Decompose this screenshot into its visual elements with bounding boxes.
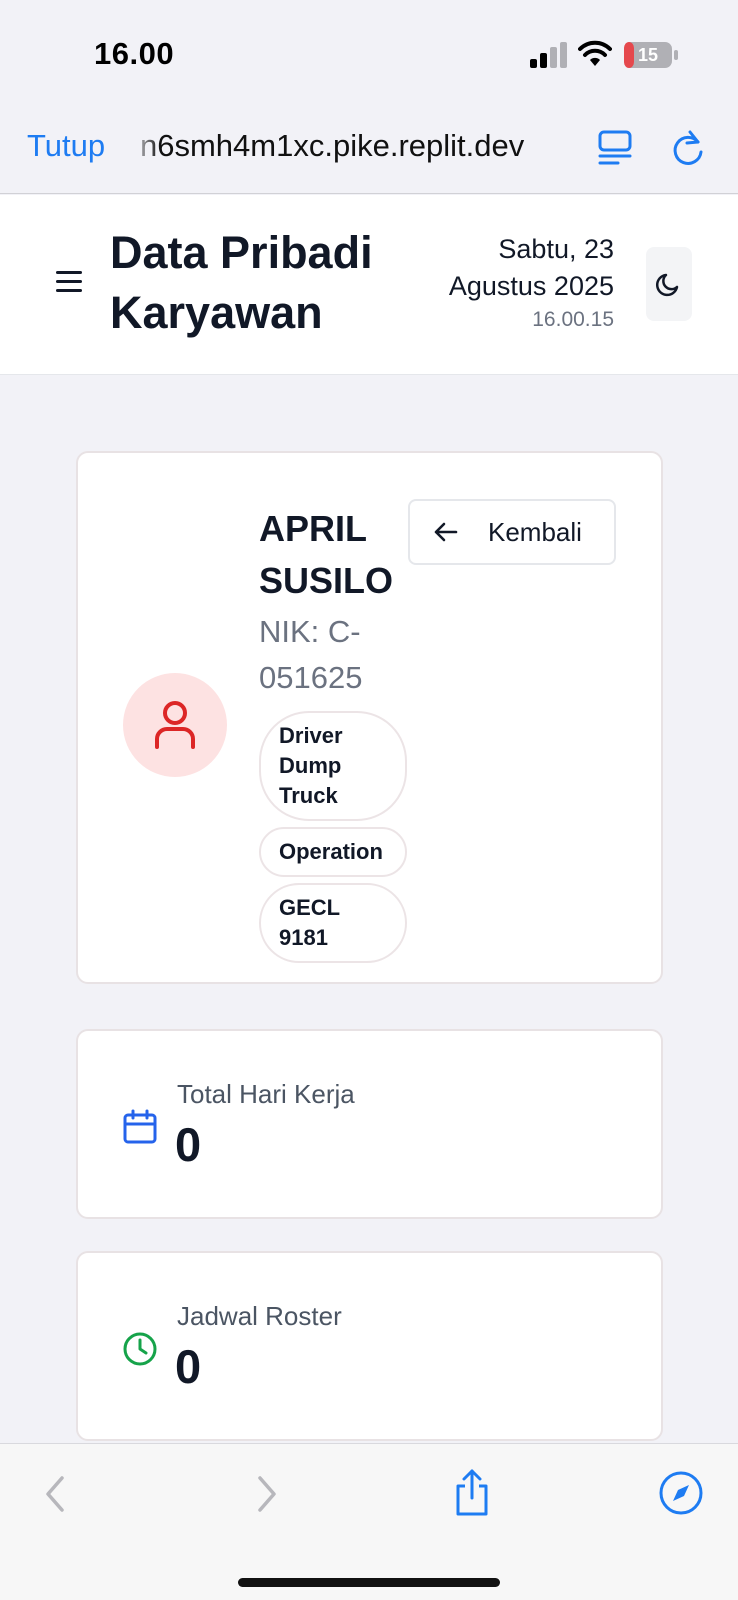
employee-profile-card: APRIL SUSILO NIK: C- 051625 Driver Dump … — [76, 451, 663, 984]
share-icon[interactable] — [452, 1468, 492, 1518]
unit-line: GECL — [279, 895, 341, 920]
back-button-label: Kembali — [488, 516, 582, 547]
page-title-line: Karyawan — [110, 287, 323, 338]
date-line: Agustus 2025 — [448, 271, 614, 301]
stat-card-roster: Jadwal Roster 0 — [76, 1251, 663, 1441]
back-icon[interactable] — [38, 1474, 72, 1514]
stat-card-work-days: Total Hari Kerja 0 — [76, 1029, 663, 1219]
employee-nik-line: NIK: C- — [259, 614, 361, 649]
status-time: 16.00 — [94, 36, 175, 71]
employee-nik-line: 051625 — [259, 660, 363, 695]
menu-icon[interactable] — [56, 271, 82, 293]
page-header: Data Pribadi Karyawan Sabtu, 23 Agustus … — [0, 195, 738, 375]
close-button[interactable]: Tutup — [27, 128, 105, 164]
forward-icon[interactable] — [250, 1474, 284, 1514]
url-field[interactable]: n6smh4m1xc.pike.replit.dev — [140, 128, 570, 164]
date-line: Sabtu, 23 — [498, 234, 614, 264]
reload-icon[interactable] — [668, 128, 708, 168]
arrow-left-icon — [434, 522, 458, 542]
employee-name: APRIL SUSILO — [259, 503, 399, 607]
employee-name-line: APRIL — [259, 508, 367, 549]
wifi-icon — [578, 40, 612, 66]
stat-label: Jadwal Roster — [177, 1301, 342, 1331]
employee-nik: NIK: C- 051625 — [259, 609, 409, 701]
user-icon — [155, 701, 195, 749]
theme-toggle-button[interactable] — [646, 247, 692, 321]
status-bar: 16.00 15 — [0, 0, 738, 110]
avatar — [123, 673, 227, 777]
position-line: Driver — [279, 723, 343, 748]
unit-line: 9181 — [279, 925, 328, 950]
unit-badge: GECL 9181 — [259, 883, 407, 963]
browser-url-bar: Tutup n6smh4m1xc.pike.replit.dev — [0, 110, 738, 194]
compass-icon[interactable] — [658, 1470, 704, 1516]
department-badge: Operation — [259, 827, 407, 877]
stat-label: Total Hari Kerja — [177, 1079, 355, 1109]
stat-value: 0 — [175, 1118, 202, 1171]
date-time-display: Sabtu, 23 Agustus 2025 16.00.15 — [394, 231, 614, 335]
back-button[interactable]: Kembali — [408, 499, 616, 565]
page-title: Data Pribadi Karyawan — [110, 223, 410, 343]
clock-time: 16.00.15 — [532, 308, 614, 331]
moon-icon — [656, 273, 679, 297]
stat-value: 0 — [175, 1340, 202, 1393]
reader-mode-icon[interactable] — [596, 128, 636, 168]
battery-icon: 15 — [624, 42, 678, 68]
page-title-line: Data Pribadi — [110, 227, 373, 278]
position-line: Dump — [279, 753, 342, 778]
battery-level: 15 — [638, 45, 658, 65]
calendar-icon — [123, 1109, 157, 1144]
browser-toolbar — [0, 1443, 738, 1600]
url-fade — [130, 110, 160, 193]
position-line: Truck — [279, 783, 338, 808]
employee-name-line: SUSILO — [259, 560, 394, 601]
cellular-signal-icon — [530, 42, 567, 68]
position-badge: Driver Dump Truck — [259, 711, 407, 821]
home-indicator — [238, 1578, 500, 1587]
clock-icon — [123, 1332, 157, 1366]
